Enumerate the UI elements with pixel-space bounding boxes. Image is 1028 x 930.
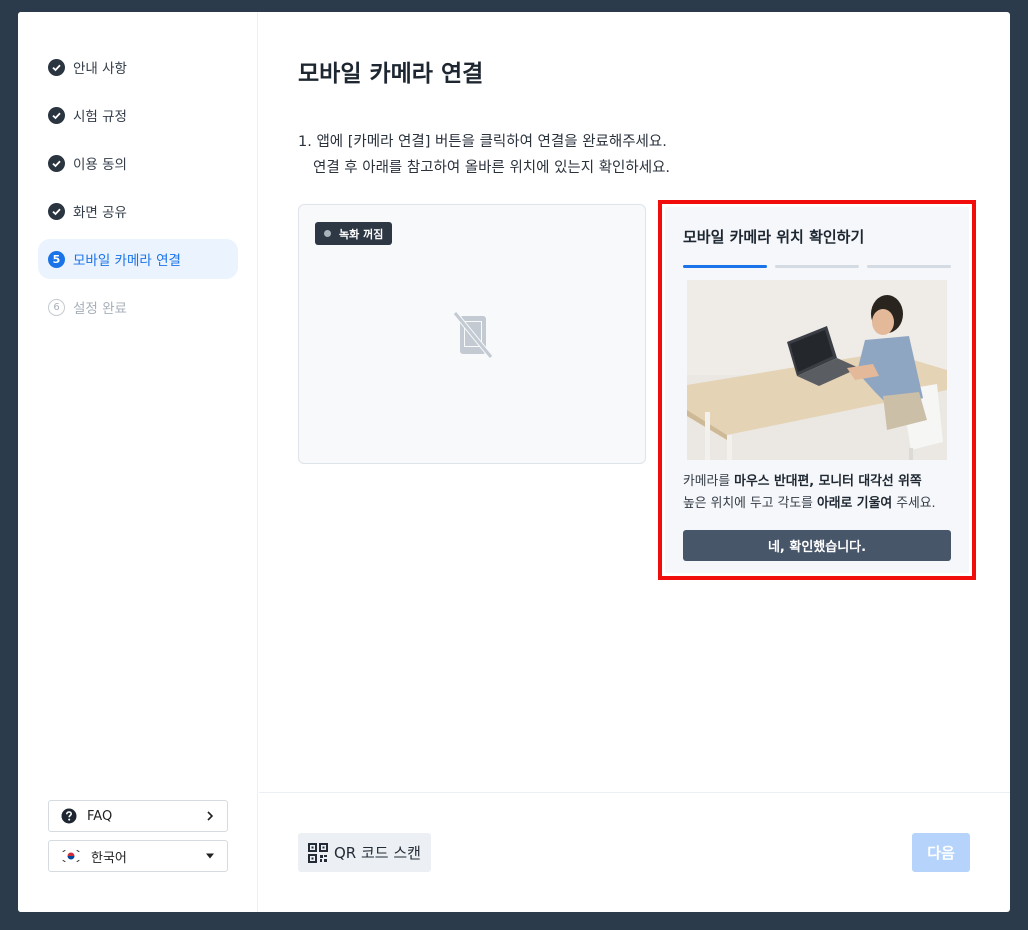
instruction-line-1: 1. 앱에 [카메라 연결] 버튼을 클릭하여 연결을 완료해주세요. (298, 134, 667, 150)
guide-progress (683, 265, 951, 268)
check-icon (48, 154, 65, 172)
step-mobile-camera[interactable]: 5 모바일 카메라 연결 (38, 239, 238, 279)
camera-preview: 녹화 꺼짐 (298, 204, 646, 464)
qr-code-icon (308, 842, 328, 863)
guide-text-part: 주세요. (892, 496, 936, 511)
step-label: 이용 동의 (73, 157, 127, 173)
page-title: 모바일 카메라 연결 (298, 61, 484, 87)
instructions: 1. 앱에 [카메라 연결] 버튼을 클릭하여 연결을 완료해주세요. 연결 후… (298, 129, 670, 181)
guide-text-bold: 아래로 기울여 (817, 496, 893, 511)
chevron-right-icon (207, 811, 214, 821)
progress-segment (775, 265, 859, 268)
step-number-badge: 6 (48, 298, 65, 316)
step-label: 화면 공유 (73, 205, 127, 221)
guide-text-bold: 마우스 반대편, 모니터 대각선 위쪽 (734, 474, 922, 489)
check-icon (48, 106, 65, 124)
guide-description: 카메라를 마우스 반대편, 모니터 대각선 위쪽 높은 위치에 두고 각도를 아… (683, 471, 963, 515)
step-consent[interactable]: 이용 동의 (38, 143, 238, 183)
sidebar: 안내 사항 시험 규정 이용 동의 화면 공유 5 모바일 카메라 연결 6 설… (18, 12, 258, 912)
step-setup-complete: 6 설정 완료 (38, 287, 238, 327)
step-screen-share[interactable]: 화면 공유 (38, 191, 238, 231)
step-label: 설정 완료 (73, 301, 127, 317)
korea-flag-icon (61, 849, 81, 863)
check-icon (48, 58, 65, 76)
step-label: 모바일 카메라 연결 (73, 253, 181, 269)
guide-text-part: 높은 위치에 두고 각도를 (683, 496, 818, 511)
desk-setup-photo (687, 280, 947, 460)
step-list: 안내 사항 시험 규정 이용 동의 화면 공유 5 모바일 카메라 연결 6 설… (38, 47, 238, 335)
question-icon (61, 808, 77, 824)
check-icon (48, 202, 65, 220)
phone-off-icon (453, 311, 493, 359)
language-select[interactable]: 한국어 (48, 840, 228, 872)
step-label: 안내 사항 (73, 61, 127, 77)
camera-position-guide: 모바일 카메라 위치 확인하기 카메라를 마우스 반대편, 모니터 대각선 위쪽… (658, 200, 976, 580)
setup-window: 안내 사항 시험 규정 이용 동의 화면 공유 5 모바일 카메라 연결 6 설… (18, 12, 1010, 912)
guide-text-part: 카메라를 (683, 474, 735, 489)
progress-segment (867, 265, 951, 268)
progress-segment (683, 265, 767, 268)
instruction-line-2: 연결 후 아래를 참고하여 올바른 위치에 있는지 확인하세요. (313, 160, 671, 176)
guide-title: 모바일 카메라 위치 확인하기 (683, 228, 865, 246)
step-rules[interactable]: 시험 규정 (38, 95, 238, 135)
recording-status-badge: 녹화 꺼짐 (315, 222, 393, 245)
confirm-button[interactable]: 네, 확인했습니다. (683, 530, 951, 561)
faq-button[interactable]: FAQ (48, 800, 228, 832)
main-panel: 모바일 카메라 연결 1. 앱에 [카메라 연결] 버튼을 클릭하여 연결을 완… (259, 12, 1010, 912)
guide-card: 모바일 카메라 위치 확인하기 카메라를 마우스 반대편, 모니터 대각선 위쪽… (665, 207, 969, 573)
qr-scan-label: QR 코드 스캔 (334, 844, 421, 862)
step-label: 시험 규정 (73, 109, 127, 125)
recording-status-label: 녹화 꺼짐 (339, 227, 384, 241)
step-notice[interactable]: 안내 사항 (38, 47, 238, 87)
status-dot-icon (324, 230, 331, 237)
language-label: 한국어 (91, 850, 127, 866)
qr-scan-button[interactable]: QR 코드 스캔 (298, 833, 431, 872)
caret-down-icon (206, 853, 214, 859)
step-number-badge: 5 (48, 250, 65, 268)
next-button[interactable]: 다음 (912, 833, 970, 872)
faq-label: FAQ (87, 808, 113, 824)
footer-bar: QR 코드 스캔 다음 (259, 792, 1010, 912)
